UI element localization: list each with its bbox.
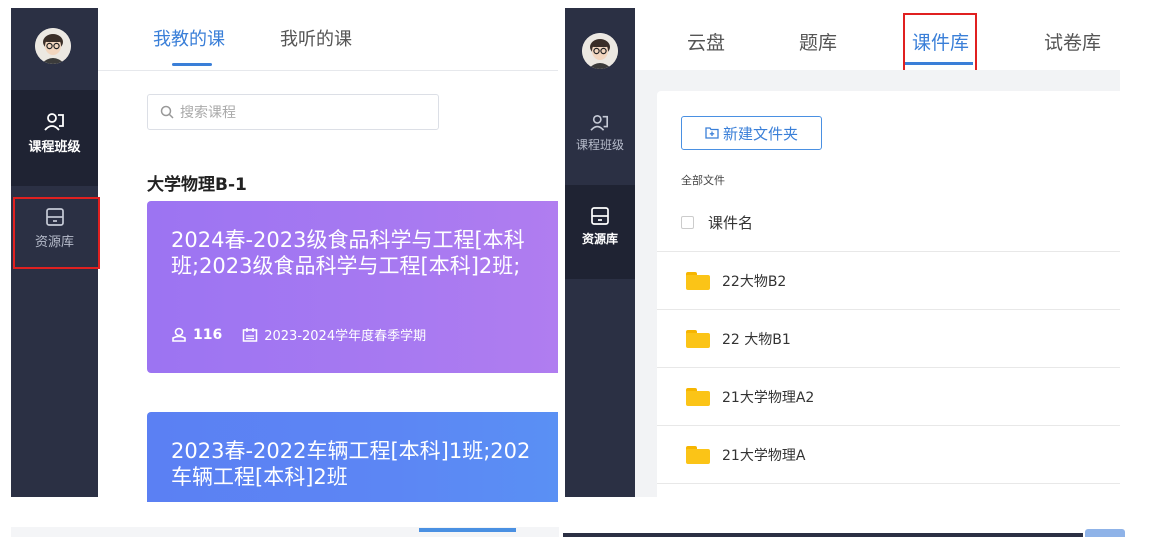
divider [657, 483, 1120, 484]
course-title-line: 车辆工程[本科]2班 [171, 465, 348, 489]
select-all-checkbox[interactable] [681, 216, 694, 229]
course-meta: 116 2023-2024学年度春季学期 [171, 325, 426, 344]
avatar[interactable] [35, 28, 71, 64]
class-icon [43, 113, 64, 131]
folder-name: 21大学物理A2 [722, 390, 815, 406]
new-folder-label: 新建文件夹 [722, 124, 798, 143]
avatar-icon [35, 28, 71, 64]
list-item[interactable]: 21大学物理A2 [686, 387, 814, 407]
divider [657, 309, 1120, 310]
sidebar-item-resource[interactable]: 资源库 [565, 206, 635, 247]
course-term: 2023-2024学年度春季学期 [264, 329, 427, 344]
course-card[interactable]: 2023春-2022车辆工程[本科]1班;202 车辆工程[本科]2班 [147, 412, 558, 502]
tab-exam-bank[interactable]: 试卷库 [1044, 28, 1101, 55]
list-item[interactable]: 21大学物理A [686, 445, 805, 465]
sidebar-item-course-class[interactable]: 课程班级 [11, 112, 98, 155]
bottom-strip-right-accent [1085, 529, 1125, 537]
resource-icon [591, 207, 609, 225]
course-title-line: 2023春-2022车辆工程[本科]1班;202 [171, 439, 531, 463]
divider [657, 425, 1120, 426]
sidebar-item-course-class[interactable]: 课程班级 [565, 114, 635, 153]
course-group-title: 大学物理B-1 [147, 175, 247, 195]
bottom-strip-accent [419, 528, 516, 532]
avatar-icon [582, 33, 618, 69]
folder-icon [686, 446, 710, 464]
search-icon [160, 105, 174, 119]
list-item[interactable]: 22 大物B1 [686, 329, 791, 349]
course-search-input[interactable]: 搜索课程 [147, 94, 439, 130]
list-item[interactable]: 22大物B2 [686, 271, 786, 291]
file-list-card [657, 91, 1120, 497]
calendar-icon [242, 327, 258, 342]
course-title-line: 2024春-2023级食品科学与工程[本科 [171, 228, 525, 252]
active-tab-indicator [172, 63, 212, 66]
sidebar-item-label: 资源库 [581, 232, 618, 246]
folder-icon [686, 388, 710, 406]
sidebar-item-label: 课程班级 [575, 138, 624, 152]
folder-name: 22大物B2 [722, 274, 787, 290]
tab-my-taught-courses[interactable]: 我教的课 [153, 25, 225, 51]
bottom-strip-right [563, 533, 1083, 537]
class-icon [590, 114, 609, 131]
folder-name: 21大学物理A [722, 448, 806, 464]
tab-my-attended-courses[interactable]: 我听的课 [280, 25, 352, 51]
divider [657, 251, 1120, 252]
new-folder-button[interactable]: 新建文件夹 [681, 116, 822, 150]
column-header-label: 课件名 [708, 214, 754, 232]
column-header: 课件名 [681, 212, 753, 233]
folder-name: 22 大物B1 [722, 332, 791, 348]
divider [657, 367, 1120, 368]
add-folder-icon [705, 127, 719, 139]
avatar[interactable] [582, 33, 618, 69]
course-card[interactable]: 2024春-2023级食品科学与工程[本科 班;2023级食品科学与工程[本科]… [147, 201, 558, 373]
tab-cloud-disk[interactable]: 云盘 [687, 28, 725, 55]
tab-question-bank[interactable]: 题库 [799, 28, 837, 55]
search-placeholder: 搜索课程 [180, 105, 236, 121]
sidebar-item-label: 课程班级 [28, 140, 81, 155]
student-icon [172, 327, 186, 342]
breadcrumb[interactable]: 全部文件 [681, 172, 725, 188]
folder-icon [686, 272, 710, 290]
highlight-box-resource [13, 197, 100, 269]
folder-icon [686, 330, 710, 348]
student-count: 116 [193, 326, 223, 343]
course-title-line: 班;2023级食品科学与工程[本科]2班; [171, 254, 521, 278]
